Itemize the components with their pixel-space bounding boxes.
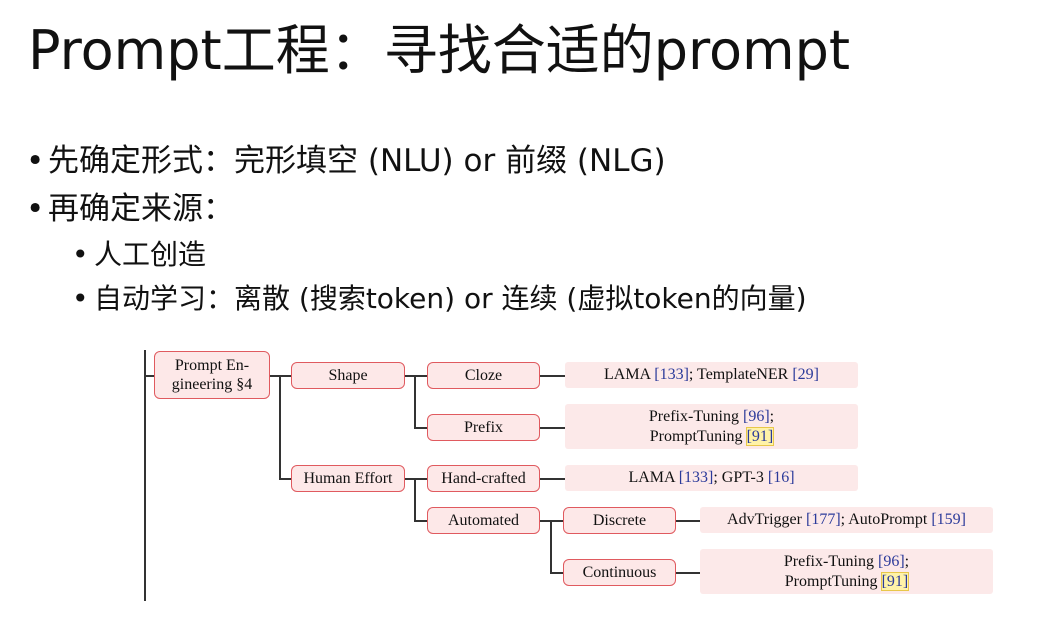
leaf-line: PromptTuning [91]	[784, 571, 910, 592]
node-cloze: Cloze	[427, 362, 540, 389]
connector	[279, 375, 281, 478]
leaf-discrete-refs: AdvTrigger [177]; AutoPrompt [159]	[700, 507, 993, 533]
node-shape: Shape	[291, 362, 405, 389]
node-prompt-engineering: Prompt En- gineering §4	[154, 351, 270, 399]
citation: [177]	[805, 511, 841, 528]
citation: [29]	[792, 366, 819, 383]
leaf-text: LAMA	[628, 469, 679, 486]
connector	[414, 375, 416, 427]
leaf-text: AdvTrigger	[727, 511, 806, 528]
citation-highlighted: [91]	[880, 571, 910, 591]
node-label-line: gineering §4	[171, 376, 253, 393]
connector	[540, 478, 565, 480]
citation: [133]	[654, 366, 689, 383]
node-continuous: Continuous	[563, 559, 676, 586]
leaf-line: LAMA [133]; GPT-3 [16]	[628, 468, 794, 488]
leaf-prefix-refs: Prefix-Tuning [96]; PromptTuning [91]	[565, 404, 858, 449]
connector	[405, 375, 427, 377]
citation: [133]	[678, 469, 714, 486]
leaf-line: Prefix-Tuning [96];	[649, 407, 774, 427]
leaf-line: LAMA [133]; TemplateNER [29]	[604, 365, 819, 385]
leaf-text: LAMA	[604, 366, 655, 383]
leaf-text: Prefix-Tuning	[783, 552, 878, 570]
node-automated: Automated	[427, 507, 540, 534]
connector	[676, 520, 700, 522]
citation: [159]	[931, 511, 966, 528]
connector	[279, 478, 291, 480]
leaf-text: ;	[904, 552, 910, 570]
connector	[270, 375, 291, 377]
leaf-continuous-refs: Prefix-Tuning [96]; PromptTuning [91]	[700, 549, 993, 594]
leaf-text: ; AutoPrompt	[840, 511, 932, 528]
connector	[540, 375, 565, 377]
node-discrete: Discrete	[563, 507, 676, 534]
leaf-text: ;	[769, 407, 775, 425]
leaf-cloze-refs: LAMA [133]; TemplateNER [29]	[565, 362, 858, 388]
connector	[676, 572, 700, 574]
connector	[414, 478, 416, 520]
citation: [96]	[877, 552, 905, 570]
connector	[405, 478, 427, 480]
node-prefix: Prefix	[427, 414, 540, 441]
leaf-text: ; GPT-3	[713, 469, 768, 486]
leaf-text: PromptTuning	[784, 572, 882, 590]
citation: [16]	[767, 469, 795, 486]
citation: [96]	[742, 407, 770, 425]
connector	[144, 350, 146, 601]
connector	[414, 427, 427, 429]
leaf-text: ; TemplateNER	[688, 366, 793, 383]
citation-highlighted: [91]	[745, 426, 775, 446]
leaf-line: AdvTrigger [177]; AutoPrompt [159]	[727, 510, 966, 530]
taxonomy-diagram: Prompt En- gineering §4 Shape Human Effo…	[0, 0, 1054, 619]
leaf-line: PromptTuning [91]	[649, 426, 775, 447]
node-hand-crafted: Hand-crafted	[427, 465, 540, 492]
connector	[550, 520, 552, 572]
node-label-line: Prompt En-	[174, 357, 250, 374]
leaf-text: Prefix-Tuning	[648, 407, 743, 425]
connector	[550, 572, 563, 574]
leaf-line: Prefix-Tuning [96];	[784, 552, 909, 572]
leaf-hand-crafted-refs: LAMA [133]; GPT-3 [16]	[565, 465, 858, 491]
node-human-effort: Human Effort	[291, 465, 405, 492]
connector	[540, 427, 565, 429]
leaf-text: PromptTuning	[649, 427, 747, 445]
connector	[540, 520, 563, 522]
connector	[414, 520, 427, 522]
